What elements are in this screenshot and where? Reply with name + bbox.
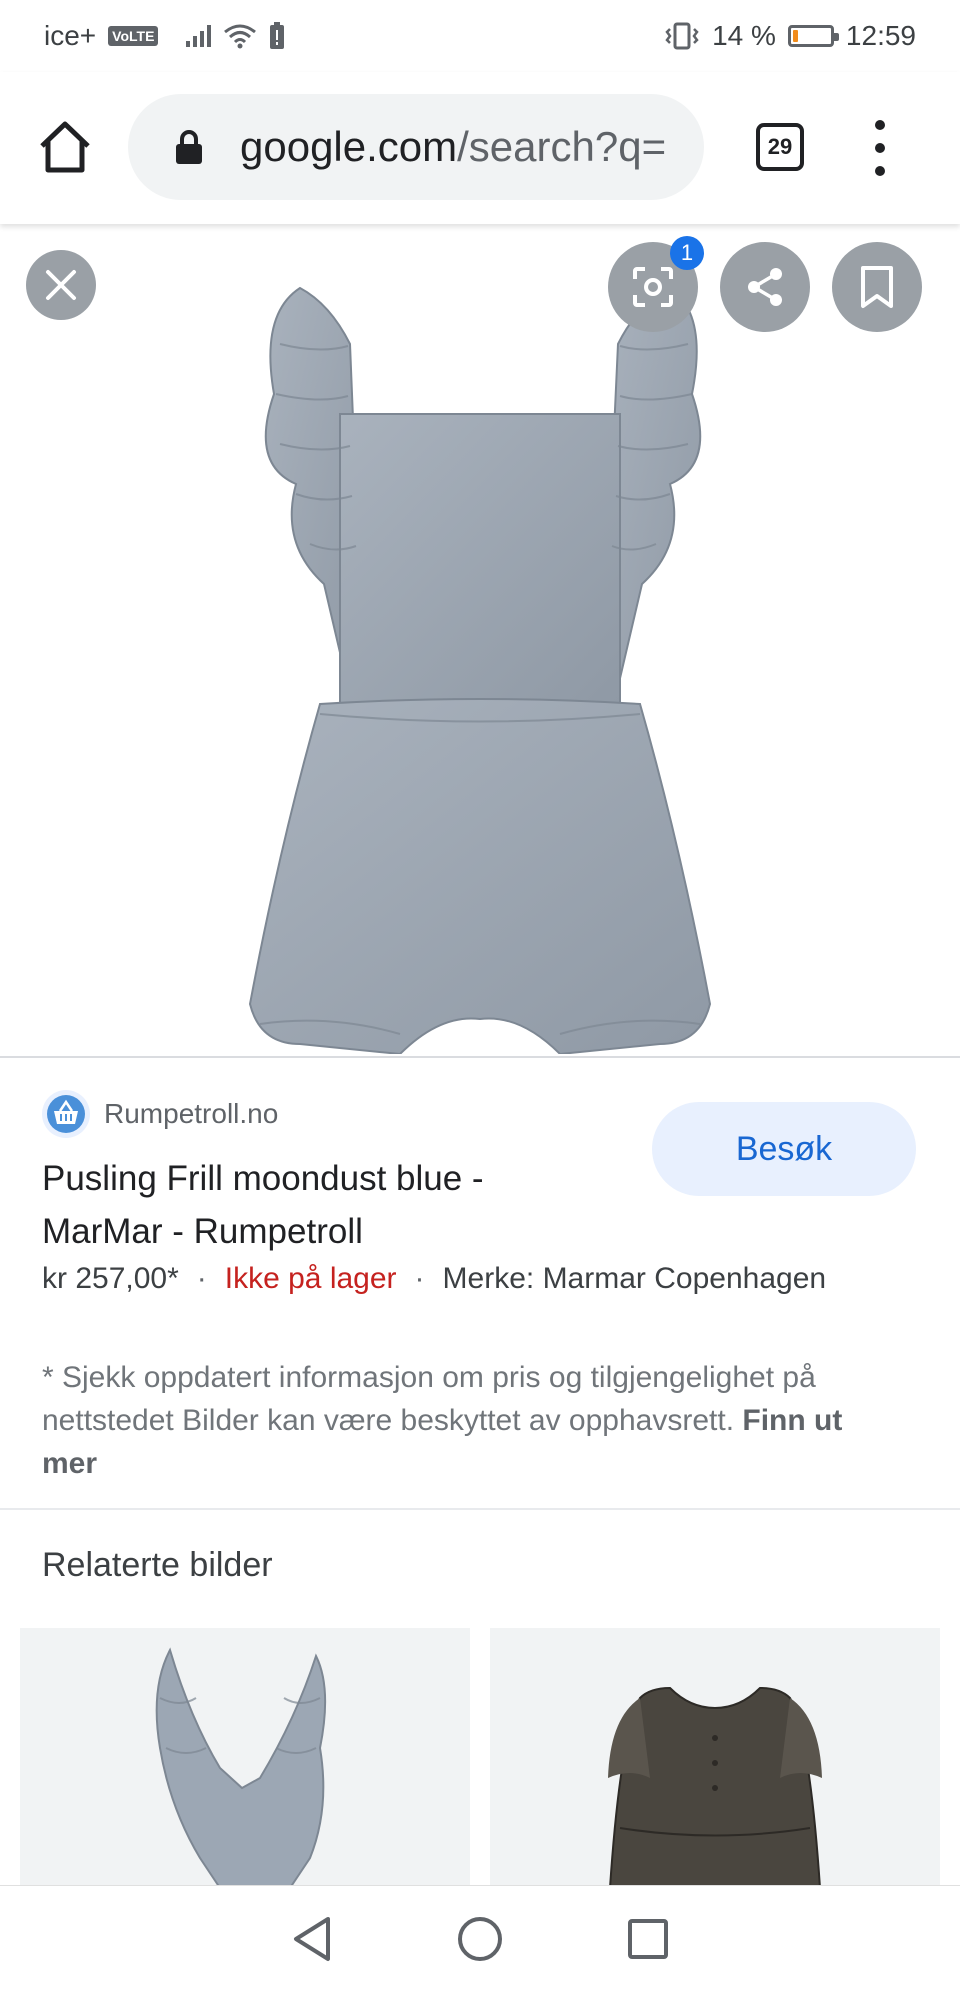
brand: Merke: Marmar Copenhagen (442, 1262, 827, 1295)
home-button[interactable] (34, 116, 96, 178)
back-button[interactable] (288, 1915, 336, 1963)
status-right: 14 % 12:59 (664, 20, 916, 52)
battery-percent: 14 % (712, 20, 776, 51)
disclaimer-text: * Sjekk oppdatert informasjon om pris og… (42, 1361, 816, 1437)
home-icon (40, 121, 90, 173)
carrier-label: ice+ (44, 20, 97, 51)
result-meta: kr 257,00* · Ikke på lager · Merke: Marm… (42, 1262, 826, 1296)
price: kr 257,00* (42, 1262, 179, 1295)
product-image[interactable] (240, 284, 720, 1054)
system-nav-bar (0, 1885, 960, 1991)
related-title: Relaterte bilder (42, 1546, 273, 1584)
share-icon (748, 268, 782, 306)
vibrate-icon (665, 22, 699, 50)
status-bar: ice+ VoLTE 14 % 12:59 (0, 0, 960, 72)
separator-dot: · (414, 1262, 425, 1295)
source-row[interactable]: Rumpetroll.no (42, 1090, 278, 1138)
battery-level (792, 30, 798, 42)
back-icon (294, 1916, 330, 1961)
bookmark-icon (861, 266, 893, 308)
separator-dot: · (196, 1262, 207, 1295)
more-vert-icon[interactable] (868, 120, 892, 176)
lens-button[interactable]: 1 (608, 236, 704, 332)
share-button[interactable] (720, 242, 810, 332)
battery-icon (787, 25, 839, 47)
volte-badge: VoLTE (108, 26, 159, 46)
home-circle-icon (458, 1916, 502, 1961)
stock-status: Ikke på lager (224, 1262, 397, 1295)
clock: 12:59 (845, 20, 916, 51)
url-text: google.com/search?q= (240, 123, 666, 171)
close-icon (46, 270, 76, 300)
related-image-1[interactable] (20, 1628, 470, 1888)
url-domain: google.com (240, 123, 458, 170)
status-left: ice+ VoLTE (44, 20, 285, 52)
lens-icon (633, 267, 673, 307)
signal-icon (186, 25, 212, 47)
close-button[interactable] (26, 250, 96, 320)
lock-icon (176, 130, 202, 164)
image-viewer: 1 (0, 224, 960, 1058)
visit-button[interactable]: Besøk (652, 1102, 916, 1196)
browser-toolbar: google.com/search?q= 29 (0, 72, 960, 224)
divider (0, 1508, 960, 1510)
wifi-icon (224, 24, 257, 49)
recents-button[interactable] (624, 1915, 672, 1963)
tabs-button[interactable]: 29 (756, 123, 804, 171)
related-image-2[interactable] (490, 1628, 940, 1888)
basket-icon (42, 1090, 90, 1138)
tab-count: 29 (767, 134, 793, 159)
url-path: /search?q= (457, 123, 667, 170)
home-nav-button[interactable] (456, 1915, 504, 1963)
source-name: Rumpetroll.no (104, 1098, 279, 1129)
lens-badge: 1 (670, 236, 704, 270)
result-title[interactable]: Pusling Frill moondust blue - MarMar - R… (42, 1152, 602, 1258)
recents-icon (628, 1918, 668, 1959)
url-bar[interactable]: google.com/search?q= (128, 94, 704, 200)
disclaimer: * Sjekk oppdatert informasjon om pris og… (42, 1356, 902, 1485)
bookmark-button[interactable] (832, 242, 922, 332)
battery-alert-icon (270, 22, 285, 49)
